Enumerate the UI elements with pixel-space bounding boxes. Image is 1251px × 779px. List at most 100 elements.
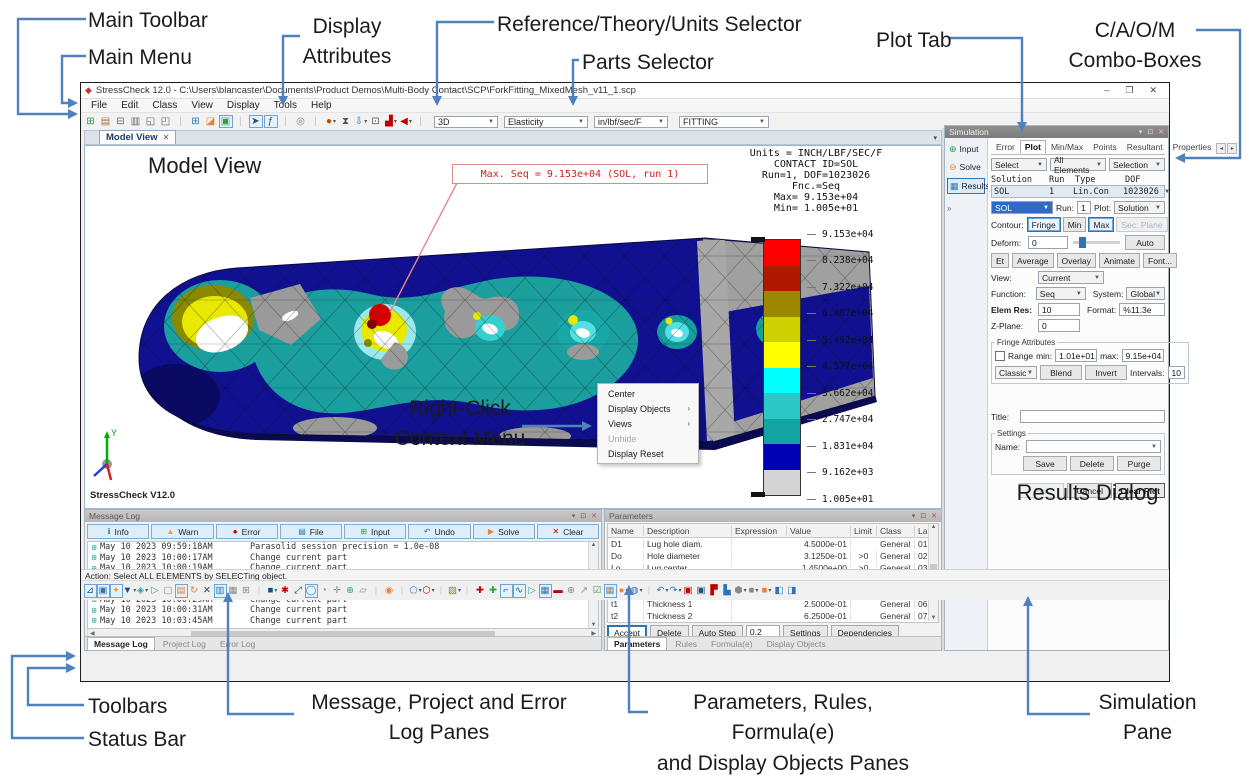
toolbar-icon[interactable]: ◎ [294, 115, 308, 128]
elem-res-input[interactable]: 10 [1038, 303, 1080, 316]
log-filter-button[interactable]: ↶Undo [408, 524, 470, 539]
toolbar-icon[interactable]: ◔ [318, 584, 331, 598]
toolbar-icon[interactable]: ⊡ [369, 115, 383, 128]
contour-button[interactable]: Sec. Plane [1116, 217, 1167, 232]
log-pane-tab[interactable]: Project Log [157, 638, 212, 650]
pin-icon[interactable]: ▾ [572, 512, 576, 520]
close-button[interactable]: ✕ [1149, 85, 1157, 96]
parameters-pane-tab[interactable]: Parameters [607, 637, 667, 650]
toolbar-icon[interactable]: ⧗ [339, 115, 353, 128]
toolbar-icon[interactable]: ✛ [331, 584, 344, 598]
toolbar-icon[interactable]: | [461, 584, 474, 598]
column-header[interactable]: Expression [732, 526, 787, 536]
toolbar-icon[interactable]: ◱ [144, 115, 158, 128]
pin-icon[interactable]: ▾ [1139, 128, 1143, 136]
toolbar-icon[interactable]: ▙ [721, 584, 734, 598]
toolbar-icon[interactable]: ▣ [219, 115, 233, 128]
simulation-tab[interactable]: Properties [1168, 140, 1217, 154]
toolbar-icon[interactable]: ▷ [526, 584, 539, 598]
menu-item[interactable]: View [185, 100, 219, 111]
toolbar-icon[interactable]: ⌐ [500, 584, 513, 598]
toolbar-icon[interactable]: ▬ [552, 584, 565, 598]
contour-button[interactable]: Max [1088, 217, 1114, 232]
toolbar-icon[interactable]: ■▾ [266, 584, 279, 598]
log-filter-button[interactable]: ▶Solve [473, 524, 535, 539]
toolbar-icon[interactable]: | [234, 115, 248, 128]
toolbar-icon[interactable]: ⊞ [189, 115, 203, 128]
menu-item[interactable]: Class [146, 100, 183, 111]
toolbar-icon[interactable]: ▦ [539, 584, 552, 598]
blend-button[interactable]: Blend [1040, 365, 1082, 380]
tab-model-view[interactable]: Model View ✕ [99, 130, 176, 144]
toolbar-icon[interactable]: ●▾ [324, 115, 338, 128]
run-input[interactable]: 1 [1077, 201, 1091, 214]
plot-option-button[interactable]: Et [991, 253, 1009, 268]
menu-item[interactable]: Tools [268, 100, 303, 111]
parameters-pane-tab[interactable]: Rules [669, 638, 703, 650]
tab-scroll-left-icon[interactable]: ◂ [1216, 143, 1226, 154]
toolbar-icon[interactable]: | [414, 115, 428, 128]
context-menu-item[interactable]: Unhide [598, 431, 698, 446]
tab-list-dropdown-icon[interactable]: ▾ [933, 134, 937, 142]
log-row[interactable]: ⊞May 10 2023 10:03:45AMChange current pa… [88, 616, 598, 627]
toolbar-icon[interactable]: ▥ [214, 584, 227, 598]
log-filter-button[interactable]: ⊞Input [344, 524, 406, 539]
float-icon[interactable]: ⊡ [920, 512, 926, 520]
toolbar-icon[interactable]: ◉ [383, 584, 396, 598]
toolbar-icon[interactable]: ↻ [188, 584, 201, 598]
parts-selector[interactable]: FITTING▼ [679, 116, 769, 128]
toolbar-icon[interactable]: ↷▾ [669, 584, 682, 598]
toolbar-icon[interactable]: ▦ [227, 584, 240, 598]
toolbar-icon[interactable]: ▱ [357, 584, 370, 598]
toolbar-icon[interactable]: ▨▾ [448, 584, 461, 598]
tab-scroll-right-icon[interactable]: ▸ [1227, 143, 1237, 154]
plot-type-combo[interactable]: Solution▼ [1114, 201, 1165, 214]
toolbar-icon[interactable]: ⬢▾ [734, 584, 747, 598]
column-header[interactable]: Description [644, 526, 732, 536]
toolbar-icon[interactable]: ∿ [513, 584, 526, 598]
parameters-pane-tab[interactable]: Formula(e) [705, 638, 759, 650]
plot-option-button[interactable]: Average [1012, 253, 1054, 268]
toolbar-icon[interactable]: ▼▾ [123, 584, 136, 598]
table-row[interactable]: Do Hole diameter 3.1250e-01 >0 General 0… [608, 550, 938, 562]
pin-icon[interactable]: ▾ [912, 512, 916, 520]
log-filter-button[interactable]: ▤File [280, 524, 342, 539]
toolbar-icon[interactable]: ▷ [149, 584, 162, 598]
toolbar-icon[interactable]: ▟▾ [384, 115, 398, 128]
toolbar-icon[interactable]: ➤ [249, 115, 263, 128]
simulation-tab[interactable]: Points [1088, 140, 1122, 154]
toolbar-icon[interactable]: ◪ [204, 115, 218, 128]
name-combo[interactable]: ▼ [1026, 440, 1161, 453]
toolbar-icon[interactable]: | [396, 584, 409, 598]
toolbar-icon[interactable]: ▢ [162, 584, 175, 598]
column-header[interactable]: Name [608, 526, 644, 536]
system-combo[interactable]: Global▼ [1126, 287, 1165, 300]
column-header[interactable]: Value [787, 526, 851, 536]
close-icon[interactable]: ✕ [931, 512, 937, 520]
side-more-button[interactable]: » [947, 204, 985, 213]
toolbar-icon[interactable]: ⊟ [114, 115, 128, 128]
max-input[interactable]: 9.15e+04 [1122, 349, 1164, 362]
log-row[interactable]: ⊞May 10 2023 10:00:31AMChange current pa… [88, 605, 598, 616]
toolbar-icon[interactable]: ▣ [695, 584, 708, 598]
toolbar-icon[interactable]: ⬡▾ [422, 584, 435, 598]
table-row[interactable]: t2 Thickness 2 6.2500e-01 General 07 [608, 610, 938, 622]
simulation-tab[interactable]: Resultant [1122, 140, 1168, 154]
log-filter-button[interactable]: ✕Clear [537, 524, 599, 539]
column-header[interactable]: Limit [851, 526, 877, 536]
theory-selector[interactable]: Elasticity▼ [504, 116, 588, 128]
parameters-pane-tab[interactable]: Display Objects [761, 638, 832, 650]
close-icon[interactable]: ✕ [591, 512, 597, 520]
deform-slider[interactable] [1073, 241, 1120, 244]
toolbar-icon[interactable]: | [435, 584, 448, 598]
title-input[interactable] [1020, 410, 1165, 423]
toolbar-icon[interactable]: | [279, 115, 293, 128]
maximize-button[interactable]: ❐ [1125, 85, 1133, 96]
toolbar-icon[interactable]: ⬠▾ [409, 584, 422, 598]
fringe-style-combo[interactable]: Classic▼ [995, 366, 1037, 379]
toolbar-icon[interactable]: ✱ [279, 584, 292, 598]
toolbar-icon[interactable]: ◀▾ [399, 115, 413, 128]
units-selector[interactable]: in/lbf/sec/F▼ [594, 116, 668, 128]
toolbar-icon[interactable]: ⤢ [292, 584, 305, 598]
toolbar-icon[interactable]: ◯ [305, 584, 318, 598]
